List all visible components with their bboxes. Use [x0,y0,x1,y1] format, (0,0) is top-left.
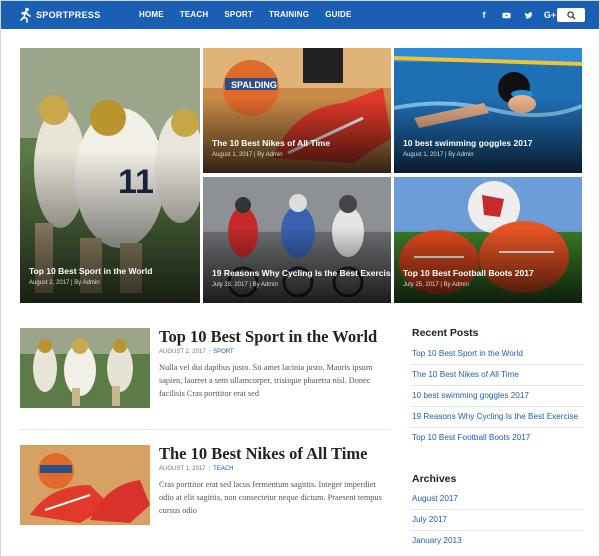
featured-card[interactable]: 10 best swimming goggles 2017 August 1, … [394,48,582,173]
sneakers-ball-image [20,445,150,525]
featured-title[interactable]: Top 10 Best Football Boots 2017 [403,268,534,278]
featured-card[interactable]: 11 Top 10 Best Sport in the World August… [20,48,200,303]
recent-post-link[interactable]: The 10 Best Nikes of All Time [412,370,519,379]
divider [411,509,584,510]
archive-link[interactable]: January 2013 [412,536,462,545]
youtube-icon[interactable] [495,10,517,20]
nav-guide[interactable]: GUIDE [325,1,351,29]
top-navbar: SPORTPRESS HOME TEACH SPORT TRAINING GUI… [1,1,599,29]
archive-link[interactable]: August 2017 [412,494,458,503]
post-category[interactable]: SPORT [213,349,234,355]
divider [411,385,584,386]
featured-title[interactable]: 10 best swimming goggles 2017 [403,138,532,148]
recent-posts-heading: Recent Posts [412,327,479,339]
search-button[interactable] [557,8,585,22]
social-links: f G+ [473,1,561,29]
post-date: AUGUST 1, 2017 [159,466,206,472]
post-excerpt: Cras porttitor erat sed lacus fermentum … [159,480,382,515]
archive-link[interactable]: July 2017 [412,515,447,524]
featured-title[interactable]: 19 Reasons Why Cycling Is the Best Exerc… [212,268,391,278]
post-thumbnail[interactable] [20,328,150,408]
main-menu: HOME TEACH SPORT TRAINING GUIDE [139,1,368,29]
featured-meta: August 2, 2017 | By Admin [29,280,100,286]
nav-training[interactable]: TRAINING [269,1,309,29]
featured-card[interactable]: Top 10 Best Football Boots 2017 July 25,… [394,177,582,303]
featured-meta: July 25, 2017 | By Admin [403,282,469,288]
divider [411,427,584,428]
divider [411,406,584,407]
featured-meta: August 1, 2017 | By Admin [403,152,474,158]
nav-sport[interactable]: SPORT [224,1,253,29]
nav-home[interactable]: HOME [139,1,164,29]
brand-name: SPORTPRESS [36,10,101,20]
featured-meta: July 28, 2017 | By Admin [212,282,278,288]
runner-icon [20,7,31,23]
featured-card[interactable]: 19 Reasons Why Cycling Is the Best Exerc… [203,177,391,303]
post-title[interactable]: The 10 Best Nikes of All Time [159,444,367,464]
page: SPORTPRESS HOME TEACH SPORT TRAINING GUI… [0,0,600,557]
recent-post-link[interactable]: 19 Reasons Why Cycling Is the Best Exerc… [412,412,578,421]
divider [411,364,584,365]
post-excerpt: Nulla vel dui dapibus justo. Sit amet la… [159,363,373,398]
archives-heading: Archives [412,473,457,485]
svg-text:SPALDING: SPALDING [231,80,277,90]
recent-post-link[interactable]: Top 10 Best Sport in the World [412,349,523,358]
facebook-icon[interactable]: f [473,10,495,20]
featured-card[interactable]: SPALDING The 10 Best Nikes of All Time A… [203,48,391,173]
football-players-image [20,328,150,408]
site-logo[interactable]: SPORTPRESS [17,6,101,24]
twitter-icon[interactable] [517,10,539,20]
featured-title[interactable]: The 10 Best Nikes of All Time [212,138,330,148]
post-meta: AUGUST 2, 2017 | SPORT [159,349,234,355]
featured-meta: August 1, 2017 | By Admin [212,152,283,158]
post-meta: AUGUST 1, 2017 | TEACH [159,466,234,472]
divider [20,429,390,430]
post-category[interactable]: TEACH [213,466,233,472]
recent-post-link[interactable]: Top 10 Best Football Boots 2017 [412,433,530,442]
post-thumbnail[interactable] [20,445,150,525]
post-title[interactable]: Top 10 Best Sport in the World [159,327,377,347]
divider [411,530,584,531]
nav-teach[interactable]: TEACH [180,1,209,29]
post-date: AUGUST 2, 2017 [159,349,206,355]
search-icon [566,10,576,20]
recent-post-link[interactable]: 10 best swimming goggles 2017 [412,391,529,400]
featured-title[interactable]: Top 10 Best Sport in the World [29,266,152,276]
